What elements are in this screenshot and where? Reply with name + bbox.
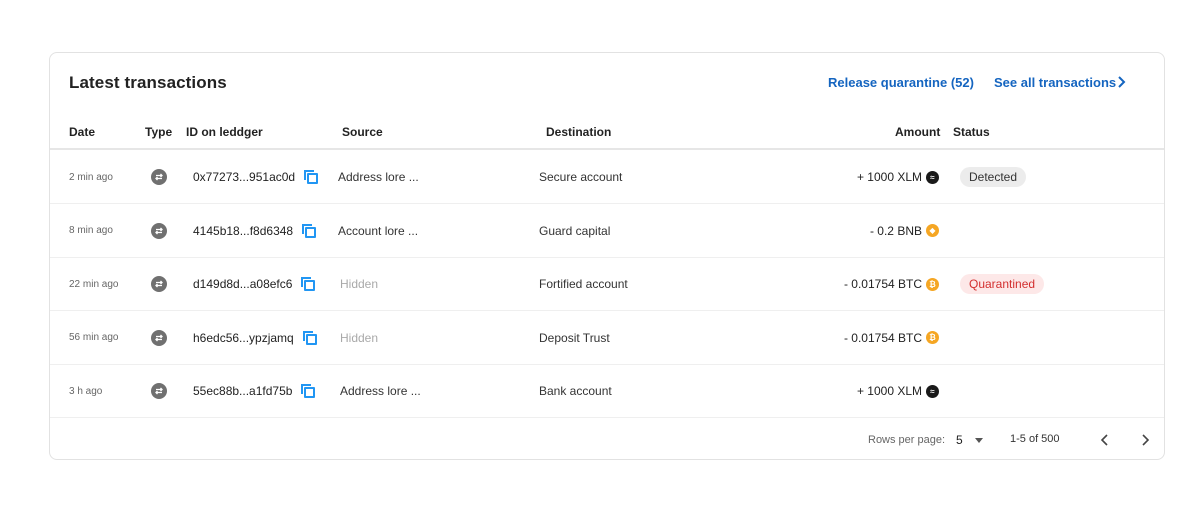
chevron-left-icon[interactable] [1096,431,1114,449]
date-cell: 2 min ago [69,171,113,183]
amount-cell: + 1000 XLM ≈ [857,151,939,203]
table-row[interactable]: 3 h ago 55ec88b...a1fd75b Address lore .… [50,365,1164,418]
card-title: Latest transactions [69,73,227,92]
amount-cell: - 0.01754 BTC ₿ [844,258,939,310]
amount-cell: - 0.01754 BTC ₿ [844,312,939,364]
type-cell [151,312,167,364]
destination-cell: Bank account [539,384,612,398]
destination-cell: Deposit Trust [539,330,610,345]
copy-icon[interactable] [301,277,316,291]
copy-icon[interactable] [301,384,316,398]
transfer-icon [151,222,167,239]
type-cell [151,258,167,310]
ledger-id: 55ec88b...a1fd75b [193,384,293,398]
amount-cell: + 1000 XLM ≈ [857,365,939,417]
card-header: Latest transactions Release quarantine (… [50,53,1164,113]
table-row[interactable]: 8 min ago 4145b18...f8d6348 Account lore… [50,205,1164,258]
chevron-right-icon[interactable] [1116,74,1128,90]
release-quarantine-link[interactable]: Release quarantine (52) [828,75,974,90]
destination-cell: Secure account [539,170,623,184]
ledger-id-cell: 4145b18...f8d6348 [193,205,317,257]
transfer-icon [151,276,167,292]
type-cell [151,205,167,257]
date-cell: 3 h ago [69,385,103,397]
amount-value: + 1000 XLM [856,170,922,184]
status-cell: Detected [960,151,1027,203]
source-cell: Hidden [340,277,379,291]
column-type[interactable]: Type [145,125,172,139]
table-row[interactable]: 22 min ago d149d8d...a08efc6 Hidden Fort… [50,258,1164,311]
ledger-id: 4145b18...f8d6348 [193,223,294,238]
source-cell: Account lore ... [338,223,419,238]
source-cell: Address lore ... [338,170,419,184]
status-cell: Quarantined [960,258,1045,310]
bnb-coin-icon: ◆ [926,224,939,237]
ledger-id: 0x77273...951ac0d [193,170,296,184]
type-cell [151,365,167,417]
xlm-coin-icon: ≈ [926,384,939,398]
caret-down-icon[interactable] [975,438,983,443]
ledger-id-cell: 0x77273...951ac0d [193,151,319,203]
table-pagination: Rows per page: 5 1-5 of 500 [50,421,1164,461]
date-cell: 22 min ago [69,278,119,290]
table-row[interactable]: 56 min ago h6edc56...ypzjamq Hidden Depo… [50,312,1164,365]
amount-value: - 0.01754 BTC [843,277,922,291]
destination-cell: Guard capital [539,223,611,238]
pagination-range: 1-5 of 500 [1010,433,1060,445]
table-header: Date Type ID on leddger Source Destinati… [50,113,1164,150]
column-status[interactable]: Status [953,125,990,139]
source-cell: Address lore ... [340,384,421,398]
status-badge: Detected [960,167,1027,187]
copy-icon[interactable] [302,330,317,345]
ledger-id-cell: h6edc56...ypzjamq [193,312,317,364]
xlm-coin-icon: ≈ [926,170,939,184]
date-cell: 8 min ago [69,225,113,236]
ledger-id: h6edc56...ypzjamq [193,330,294,345]
transactions-card: Latest transactions Release quarantine (… [49,52,1165,460]
column-amount[interactable]: Amount [895,125,940,139]
column-date[interactable]: Date [69,125,95,139]
copy-icon[interactable] [304,170,319,184]
amount-value: - 0.01754 BTC [843,330,922,345]
btc-coin-icon: ₿ [926,277,939,291]
transfer-icon [151,329,167,346]
source-cell: Hidden [340,330,379,345]
ledger-id: d149d8d...a08efc6 [193,277,293,291]
amount-value: + 1000 XLM [856,384,922,398]
see-all-transactions-link[interactable]: See all transactions [994,75,1116,90]
date-cell: 56 min ago [69,332,119,343]
destination-cell: Fortified account [539,277,628,291]
column-destination[interactable]: Destination [546,125,611,139]
chevron-right-icon[interactable] [1136,431,1154,449]
table-row[interactable]: 2 min ago 0x77273...951ac0d Address lore… [50,151,1164,204]
type-cell [151,151,167,203]
amount-value: - 0.2 BNB [869,223,922,238]
ledger-id-cell: 55ec88b...a1fd75b [193,365,316,417]
column-id[interactable]: ID on leddger [186,125,263,139]
transfer-icon [151,383,167,399]
ledger-id-cell: d149d8d...a08efc6 [193,258,316,310]
rows-per-page-label: Rows per page: [868,434,946,446]
column-source[interactable]: Source [342,125,383,139]
status-badge: Quarantined [960,274,1045,294]
transfer-icon [151,169,167,185]
btc-coin-icon: ₿ [926,331,939,344]
amount-cell: - 0.2 BNB ◆ [870,205,939,257]
copy-icon[interactable] [302,223,317,238]
rows-per-page-select[interactable]: 5 [956,433,963,447]
